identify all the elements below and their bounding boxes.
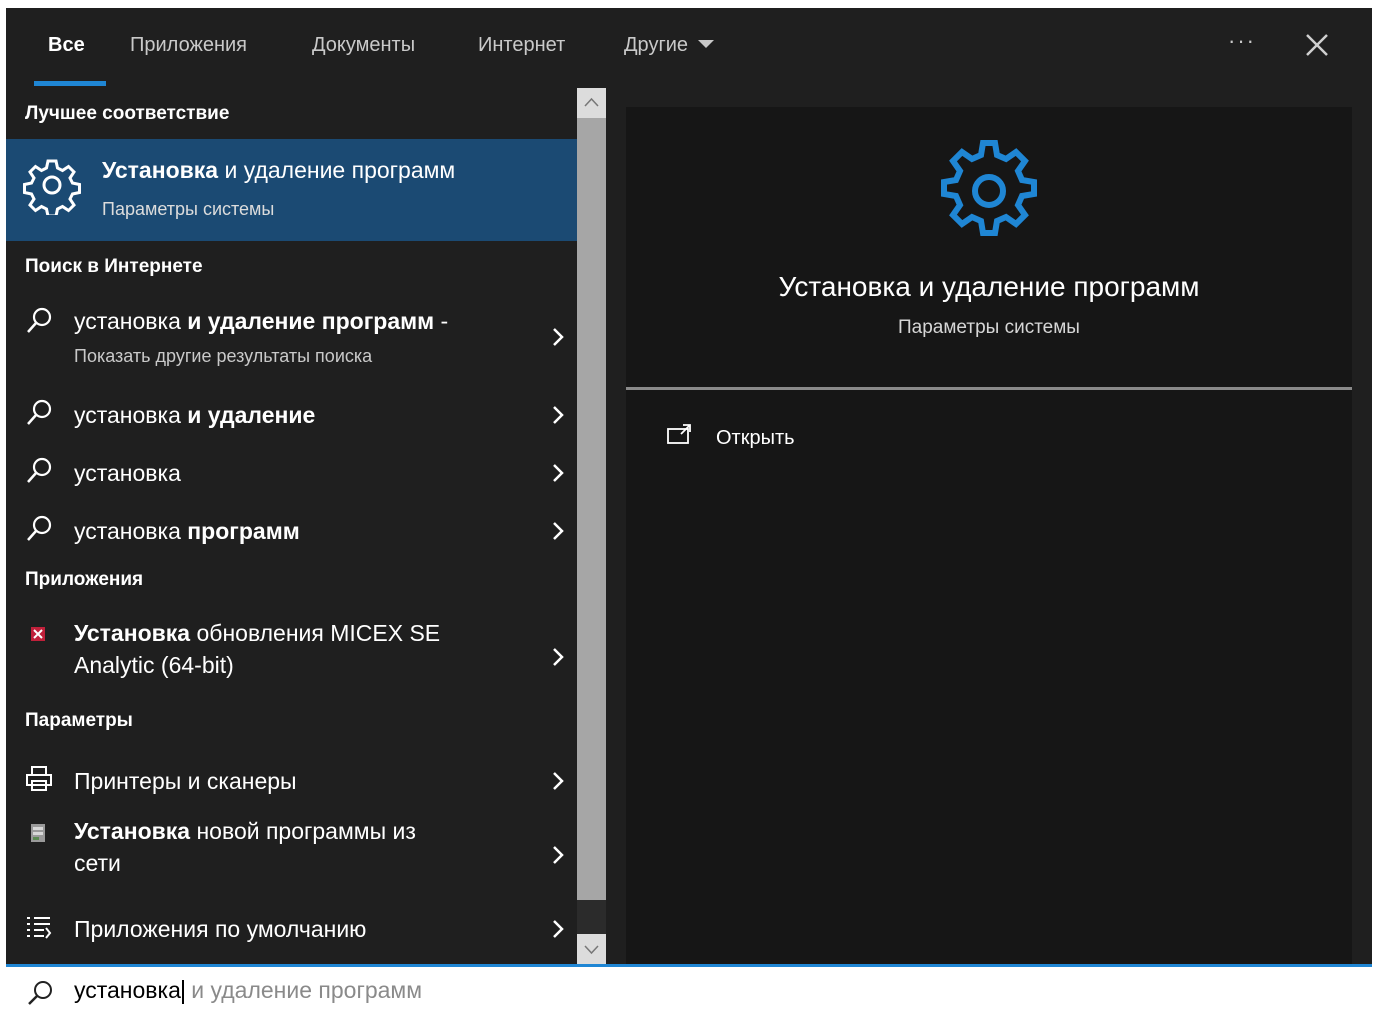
search-suggestion-text: и удаление программ — [184, 977, 423, 1003]
search-icon — [27, 307, 52, 333]
section-heading-web-search: Поиск в Интернете — [25, 256, 203, 277]
settings-result-bold: Установка — [74, 818, 191, 844]
filter-tabs-bar: Все Приложения Документы Интернет Другие… — [6, 8, 1372, 86]
chevron-right-icon — [553, 648, 564, 666]
section-heading-settings: Параметры — [25, 710, 133, 731]
search-window: Все Приложения Документы Интернет Другие… — [6, 8, 1372, 1011]
scroll-down-button[interactable] — [577, 934, 606, 964]
chevron-right-icon — [553, 920, 564, 938]
tab-apps[interactable]: Приложения — [130, 34, 247, 57]
app-result-text: Установка обновления MICEX SE — [74, 620, 440, 647]
chevron-right-icon — [553, 406, 564, 424]
more-options-button[interactable]: ··· — [1228, 28, 1256, 54]
default-apps-icon — [27, 917, 52, 939]
search-icon — [27, 515, 52, 541]
web-result-text: установка и удаление программ - — [74, 308, 448, 335]
search-icon — [28, 981, 52, 1005]
web-result-subtitle: Показать другие результаты поиска — [74, 346, 373, 366]
results-scrollbar[interactable] — [577, 88, 606, 964]
chevron-right-icon — [553, 846, 564, 864]
settings-result-item[interactable]: Принтеры и сканеры — [6, 756, 577, 806]
network-install-icon — [31, 824, 45, 842]
search-input[interactable]: установка и удаление программ — [74, 977, 422, 1004]
chevron-down-icon — [584, 945, 599, 955]
tab-internet[interactable]: Интернет — [478, 34, 565, 57]
web-result-item[interactable]: установка и удаление программ - Показать… — [6, 298, 577, 378]
settings-result-item[interactable]: Установка новой программы из сети — [6, 812, 577, 890]
best-match-title: Установка и удаление программ — [102, 157, 455, 184]
web-result-bold: и удаление — [187, 402, 316, 428]
web-result-normal: установка — [74, 308, 188, 334]
scrollbar-thumb[interactable] — [577, 118, 606, 900]
preview-pane: Установка и удаление программ Параметры … — [626, 107, 1352, 964]
settings-result-rest: новой программы из — [190, 818, 416, 844]
chevron-right-icon — [553, 522, 564, 540]
search-icon — [27, 457, 52, 483]
web-result-normal: установка — [74, 460, 181, 486]
open-action-label: Открыть — [716, 427, 795, 449]
chevron-right-icon — [553, 328, 564, 346]
best-match-subtitle: Параметры системы — [102, 199, 275, 219]
open-external-icon — [667, 424, 691, 444]
chevron-right-icon — [553, 464, 564, 482]
settings-result-item[interactable]: Приложения по умолчанию — [6, 904, 577, 954]
section-heading-apps: Приложения — [25, 569, 144, 590]
settings-result-text-line2: сети — [74, 850, 121, 876]
search-box[interactable]: установка и удаление программ — [6, 964, 1372, 1011]
web-result-item[interactable]: установка и удаление — [6, 390, 577, 440]
web-result-bold: и удаление программ — [187, 308, 435, 334]
scroll-up-button[interactable] — [577, 88, 606, 118]
search-typed-text: установка — [74, 977, 181, 1003]
tab-other-label: Другие — [624, 34, 689, 56]
chevron-up-icon — [584, 97, 599, 107]
text-caret — [181, 979, 184, 1004]
search-icon — [27, 399, 52, 425]
gear-icon — [941, 140, 1037, 236]
tab-other[interactable]: Другие — [624, 34, 715, 57]
web-result-after: - — [434, 308, 449, 334]
settings-result-text: Установка новой программы из — [74, 818, 416, 845]
close-icon[interactable] — [1302, 30, 1332, 60]
results-list: Лучшее соответствие Установка и удаление… — [6, 86, 577, 964]
preview-divider — [626, 387, 1352, 390]
chevron-right-icon — [553, 772, 564, 790]
preview-subtitle: Параметры системы — [898, 317, 1080, 338]
app-result-text-line2: Analytic (64-bit) — [74, 652, 234, 678]
tab-documents[interactable]: Документы — [312, 34, 415, 57]
chevron-down-icon — [698, 39, 715, 48]
app-result-rest: обновления MICEX SE — [190, 620, 441, 646]
app-result-bold: Установка — [74, 620, 191, 646]
web-result-item[interactable]: установка программ — [6, 506, 577, 556]
best-match-item[interactable]: Установка и удаление программ Параметры … — [6, 139, 577, 241]
app-result-item[interactable]: Установка обновления MICEX SE Analytic (… — [6, 614, 577, 692]
tab-all[interactable]: Все — [48, 34, 85, 57]
web-result-text: установка и удаление — [74, 402, 315, 429]
printer-icon — [26, 766, 52, 791]
web-result-item[interactable]: установка — [6, 448, 577, 498]
open-action[interactable]: Открыть — [666, 423, 966, 463]
best-match-title-rest: и удаление программ — [218, 157, 456, 183]
web-result-bold: программ — [187, 518, 300, 544]
settings-result-text: Принтеры и сканеры — [74, 768, 297, 794]
web-result-normal: установка — [74, 402, 188, 428]
settings-result-text: Приложения по умолчанию — [74, 916, 367, 942]
web-result-normal: установка — [74, 518, 188, 544]
section-heading-best-match: Лучшее соответствие — [25, 103, 230, 124]
micex-app-icon — [31, 627, 45, 641]
preview-title: Установка и удаление программ — [778, 271, 1200, 302]
gear-icon — [23, 159, 81, 215]
web-result-text: установка — [74, 460, 181, 487]
web-result-text: установка программ — [74, 518, 300, 545]
best-match-title-bold: Установка — [102, 157, 219, 183]
